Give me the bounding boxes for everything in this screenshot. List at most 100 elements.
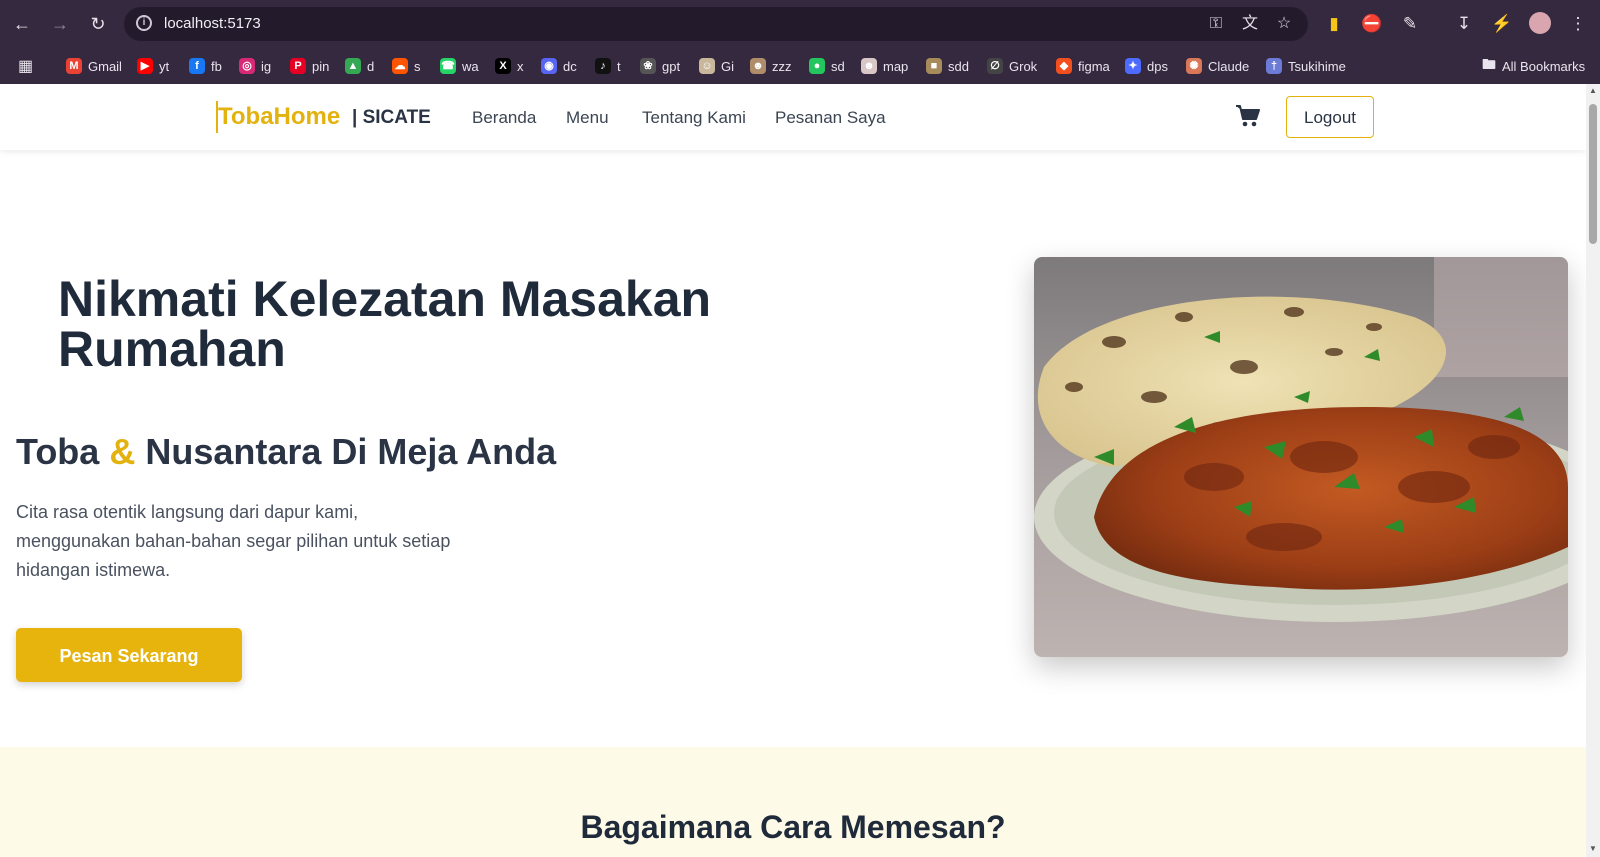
bookmark-label: Claude	[1208, 58, 1250, 74]
translate-icon[interactable]: 文	[1240, 14, 1260, 34]
sdd-icon: ■	[926, 58, 942, 74]
bookmark-s[interactable]: ☁ s	[392, 56, 421, 76]
bookmark-d[interactable]: ▲ d	[345, 56, 374, 76]
bookmark-tsukihime[interactable]: † Tsukihime	[1266, 56, 1346, 76]
x-icon: X	[495, 58, 511, 74]
bookmark-label: dps	[1147, 58, 1168, 74]
how-to-order-section: Bagaimana Cara Memesan?	[0, 747, 1586, 857]
bookmark-dps[interactable]: ✦ dps	[1125, 56, 1168, 76]
scrollbar-thumb[interactable]	[1589, 104, 1597, 244]
bookmark-label: sd	[831, 58, 845, 74]
bookmark-zzz[interactable]: ☻ zzz	[750, 56, 792, 76]
instagram-icon: ◎	[239, 58, 255, 74]
drive-icon: ▲	[345, 58, 361, 74]
soundcloud-icon: ☁	[392, 58, 408, 74]
folder-icon: 🖿	[1482, 56, 1496, 72]
forward-icon[interactable]: →	[48, 12, 72, 36]
bookmark-map[interactable]: ☻ map	[861, 56, 908, 76]
hero-subtitle: Toba & Nusantara Di Meja Anda	[16, 430, 556, 474]
bookmark-t[interactable]: ♪ t	[595, 56, 621, 76]
bookmark-sd[interactable]: ● sd	[809, 56, 845, 76]
bookmark-label: s	[414, 58, 421, 74]
bookmark-label: Grok	[1009, 58, 1038, 74]
bookmark-wa[interactable]: ☎ wa	[440, 56, 479, 76]
bookmark-figma[interactable]: ◆ figma	[1056, 56, 1110, 76]
bookmark-x[interactable]: Xx	[495, 56, 524, 76]
bookmark-label: fb	[211, 58, 222, 74]
all-bookmarks[interactable]: 🖿 All Bookmarks	[1482, 56, 1585, 76]
bookmark-label: yt	[159, 58, 170, 74]
nav-menu[interactable]: Menu	[566, 106, 609, 130]
bookmark-fb[interactable]: f fb	[189, 56, 222, 76]
bookmark-star-icon[interactable]: ☆	[1274, 14, 1294, 34]
sd-icon: ●	[809, 58, 825, 74]
browser-toolbar: ← → ↻ i localhost:5173 ⚿ 文 ☆ ▮ ⛔ ✎ ↧ ⚡ ⋮	[0, 0, 1600, 48]
bookmark-gpt[interactable]: ❀ gpt	[640, 56, 680, 76]
youtube-icon: ▶	[137, 58, 153, 74]
map-icon: ☻	[861, 58, 877, 74]
extension-yellow-icon[interactable]: ▮	[1322, 12, 1346, 36]
gmail-icon: M	[66, 58, 82, 74]
reload-icon[interactable]: ↻	[86, 12, 110, 36]
dps-icon: ✦	[1125, 58, 1141, 74]
pinterest-icon: P	[290, 58, 306, 74]
performance-icon[interactable]: ⚡	[1490, 12, 1514, 36]
brand-logo[interactable]: TobaHome	[216, 101, 340, 133]
how-to-order-title: Bagaimana Cara Memesan?	[580, 809, 1006, 845]
bookmark-ig[interactable]: ◎ ig	[239, 56, 271, 76]
site-header: TobaHome | SICATE Beranda Menu Tentang K…	[0, 84, 1586, 150]
bookmark-label: dc	[563, 58, 577, 74]
bookmark-label: figma	[1078, 58, 1110, 74]
order-now-button[interactable]: Pesan Sekarang	[16, 628, 242, 682]
grok-icon: ∅	[987, 58, 1003, 74]
menu-kebab-icon[interactable]: ⋮	[1566, 12, 1590, 36]
apps-grid-icon[interactable]: ▦	[18, 56, 33, 76]
cart-icon[interactable]	[1234, 102, 1262, 130]
gi-icon: ☺	[699, 58, 715, 74]
nav-beranda[interactable]: Beranda	[472, 106, 536, 130]
bookmark-sdd[interactable]: ■ sdd	[926, 56, 969, 76]
discord-icon: ◉	[541, 58, 557, 74]
bookmark-gi[interactable]: ☺ Gi	[699, 56, 734, 76]
back-icon[interactable]: ←	[10, 12, 34, 36]
brand-subtitle: | SICATE	[352, 107, 431, 128]
hero-title: Nikmati Kelezatan Masakan Rumahan	[58, 271, 712, 377]
bookmark-claude[interactable]: ✺ Claude	[1186, 56, 1249, 76]
tiktok-icon: ♪	[595, 58, 611, 74]
site-info-icon[interactable]: i	[136, 15, 152, 31]
scroll-down-icon[interactable]: ▼	[1588, 844, 1598, 854]
hero-subtitle-ampersand: &	[109, 431, 136, 472]
address-bar[interactable]: i localhost:5173 ⚿ 文 ☆	[124, 7, 1308, 41]
password-key-icon[interactable]: ⚿	[1206, 14, 1226, 34]
bookmark-gmail[interactable]: M Gmail	[66, 56, 122, 76]
chatgpt-icon: ❀	[640, 58, 656, 74]
claude-icon: ✺	[1186, 58, 1202, 74]
bookmark-label: ig	[261, 58, 272, 74]
bookmark-pin[interactable]: Ppin	[290, 56, 329, 76]
bookmark-label: x	[517, 58, 524, 74]
bookmark-grok[interactable]: ∅ Grok	[987, 56, 1037, 76]
nav-tentang-kami[interactable]: Tentang Kami	[642, 106, 746, 130]
nav-pesanan-saya[interactable]: Pesanan Saya	[775, 106, 886, 130]
bookmarks-bar: ▦ M Gmail ▶ yt f fb ◎ ig Ppin ▲ d ☁ s ☎ wa Xx ◉ dc ♪ t ❀ gpt ☺…	[0, 48, 1600, 84]
hero-description: Cita rasa otentik langsung dari dapur ka…	[16, 502, 451, 580]
bookmark-label: pin	[312, 58, 330, 74]
facebook-icon: f	[189, 58, 205, 74]
scroll-up-icon[interactable]: ▲	[1588, 86, 1598, 96]
download-icon[interactable]: ↧	[1452, 12, 1476, 36]
bookmark-dc[interactable]: ◉ dc	[541, 56, 577, 76]
bookmark-yt[interactable]: ▶ yt	[137, 56, 169, 76]
whatsapp-icon: ☎	[440, 58, 456, 74]
url-text[interactable]: localhost:5173	[164, 15, 261, 32]
bookmark-label: sdd	[948, 58, 969, 74]
extensions-puzzle-icon[interactable]: ✎	[1398, 12, 1422, 36]
hero-subtitle-part1: Toba	[16, 431, 110, 472]
page-scrollbar[interactable]: ▲ ▼	[1586, 84, 1600, 857]
browser-chrome: ← → ↻ i localhost:5173 ⚿ 文 ☆ ▮ ⛔ ✎ ↧ ⚡ ⋮…	[0, 0, 1600, 84]
profile-avatar-icon[interactable]	[1528, 12, 1552, 36]
hero-subtitle-part2: Nusantara Di Meja Anda	[135, 431, 557, 472]
logout-button[interactable]: Logout	[1286, 96, 1374, 138]
bookmark-label: wa	[462, 58, 479, 74]
page-viewport: TobaHome | SICATE Beranda Menu Tentang K…	[0, 84, 1586, 857]
adblock-icon[interactable]: ⛔	[1360, 12, 1384, 36]
